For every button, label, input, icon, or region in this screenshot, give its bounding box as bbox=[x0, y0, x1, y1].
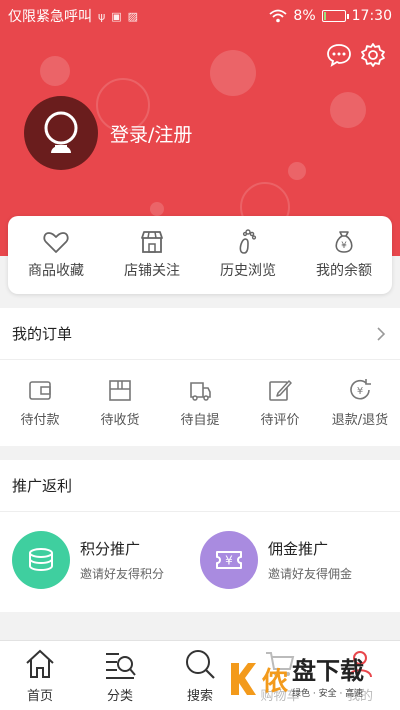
order-pending-receipt[interactable]: 待收货 bbox=[80, 360, 160, 444]
edit-icon bbox=[269, 379, 292, 401]
svg-text:¥: ¥ bbox=[341, 241, 347, 251]
status-bar: 仅限紧急呼叫 ψ ▣ ▨ 8% 17:30 bbox=[0, 0, 400, 32]
watermark-k-icon bbox=[231, 663, 256, 695]
promo-title: 积分推广 bbox=[80, 540, 141, 558]
yen-ticket-icon: ¥ bbox=[216, 551, 242, 569]
notification-icon: ▣ bbox=[111, 9, 122, 23]
usb-icon: ψ bbox=[98, 9, 106, 23]
nav-label: 搜索 bbox=[186, 689, 213, 704]
quick-link-label: 商品收藏 bbox=[28, 263, 84, 279]
quick-link-balance[interactable]: ¥ 我的余额 bbox=[296, 216, 392, 294]
chevron-right-icon bbox=[377, 326, 386, 341]
promo-title: 佣金推广 bbox=[268, 540, 329, 558]
order-refund-return[interactable]: ¥ 退款/退货 bbox=[320, 360, 400, 444]
quick-link-label: 我的余额 bbox=[316, 263, 372, 279]
order-label: 退款/退货 bbox=[331, 412, 389, 428]
search-icon bbox=[186, 650, 215, 679]
promo-subtitle: 邀请好友得佣金 bbox=[268, 567, 353, 581]
battery-icon bbox=[321, 10, 349, 22]
promo-commission-badge: ¥ bbox=[200, 531, 258, 589]
order-label: 待收货 bbox=[100, 412, 140, 428]
refund-icon: ¥ bbox=[350, 378, 371, 399]
nav-home[interactable]: 首页 bbox=[0, 641, 80, 710]
watermark-logo: 侬 盘下载 绿色 · 安全 · 高速 bbox=[228, 652, 398, 706]
heart-icon bbox=[43, 232, 69, 253]
decor-bubble bbox=[150, 202, 164, 216]
settings-icon[interactable] bbox=[360, 42, 386, 68]
wifi-icon bbox=[269, 9, 288, 23]
nav-label: 首页 bbox=[26, 689, 53, 704]
decor-bubble bbox=[210, 50, 256, 96]
quick-link-label: 历史浏览 bbox=[220, 263, 276, 279]
home-icon bbox=[26, 649, 54, 678]
user-avatar-icon bbox=[44, 111, 78, 153]
avatar[interactable] bbox=[24, 96, 98, 170]
category-icon bbox=[106, 653, 136, 679]
quick-link-favorites[interactable]: 商品收藏 bbox=[8, 216, 104, 294]
wallet-icon bbox=[29, 380, 51, 400]
orders-header[interactable]: 我的订单 bbox=[0, 308, 400, 360]
nav-label: 分类 bbox=[106, 689, 133, 704]
decor-bubble bbox=[330, 92, 366, 128]
decor-bubble bbox=[288, 162, 306, 180]
promotion-header: 推广返利 bbox=[0, 460, 400, 512]
svg-text:¥: ¥ bbox=[357, 386, 363, 397]
box-icon bbox=[109, 379, 131, 401]
promo-subtitle: 邀请好友得积分 bbox=[80, 567, 165, 581]
watermark-tagline: 绿色 · 安全 · 高速 bbox=[292, 689, 364, 699]
quick-link-followed-stores[interactable]: 店铺关注 bbox=[104, 216, 200, 294]
quick-link-history[interactable]: 历史浏览 bbox=[200, 216, 296, 294]
nav-category[interactable]: 分类 bbox=[80, 641, 160, 710]
order-label: 待评价 bbox=[260, 412, 300, 428]
watermark-char: 侬 bbox=[262, 666, 289, 697]
order-pending-pickup[interactable]: 待自提 bbox=[160, 360, 240, 444]
promotion-title: 推广返利 bbox=[12, 477, 73, 495]
order-label: 待自提 bbox=[180, 412, 220, 428]
image-icon: ▨ bbox=[127, 9, 139, 23]
svg-text:¥: ¥ bbox=[225, 554, 233, 568]
order-pending-review[interactable]: 待评价 bbox=[240, 360, 320, 444]
login-register-link[interactable]: 登录/注册 bbox=[110, 120, 192, 147]
store-icon bbox=[141, 231, 163, 253]
coins-icon bbox=[29, 548, 53, 572]
quick-link-label: 店铺关注 bbox=[124, 263, 180, 279]
battery-percent: 8% bbox=[293, 8, 316, 24]
footprint-icon bbox=[239, 229, 257, 254]
promo-commission[interactable]: ¥ 佣金推广 邀请好友得佣金 bbox=[200, 531, 388, 589]
promotion-section: 推广返利 积分推广 邀请好友得积分 ¥ 佣金推广 邀请好友得佣金 bbox=[0, 460, 400, 612]
watermark-brand: 盘下载 bbox=[292, 657, 365, 685]
carrier-text: 仅限紧急呼叫 bbox=[8, 9, 92, 25]
orders-title: 我的订单 bbox=[12, 325, 73, 343]
quick-links-card: 商品收藏 店铺关注 历史浏览 ¥ 我的余额 bbox=[8, 216, 392, 294]
promo-points-badge bbox=[12, 531, 70, 589]
money-bag-icon: ¥ bbox=[335, 231, 353, 253]
truck-icon bbox=[190, 381, 211, 401]
order-label: 待付款 bbox=[20, 412, 60, 428]
orders-section: 我的订单 待付款 待收货 待自提 待评价 ¥ 退款/退货 bbox=[0, 308, 400, 446]
promo-points[interactable]: 积分推广 邀请好友得积分 bbox=[12, 531, 200, 589]
decor-bubble bbox=[40, 56, 70, 86]
order-pending-payment[interactable]: 待付款 bbox=[0, 360, 80, 444]
clock: 17:30 bbox=[351, 8, 392, 24]
message-icon[interactable] bbox=[326, 42, 352, 68]
